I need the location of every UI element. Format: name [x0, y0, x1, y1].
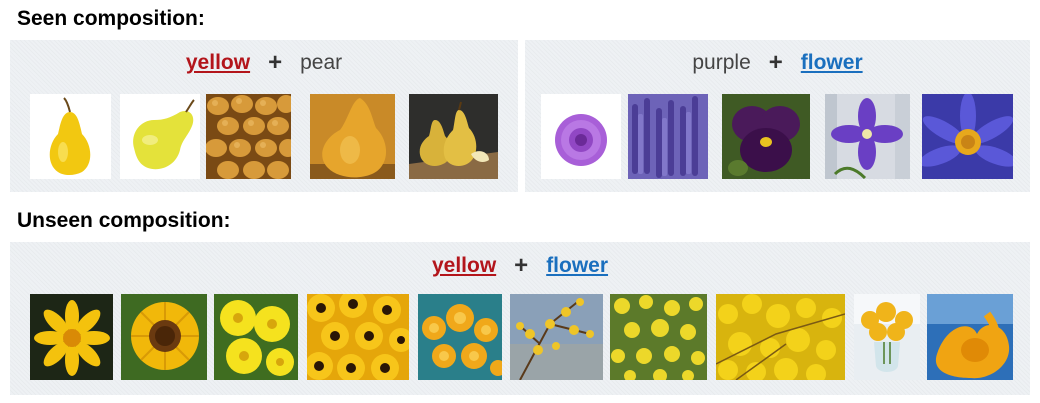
- seen-composition-title: Seen composition:: [17, 7, 205, 30]
- yellow-flower-image: [927, 294, 1013, 380]
- yellow-flower-image: [307, 294, 409, 380]
- pear-image: [409, 94, 498, 179]
- yellow-flower-image: [30, 294, 113, 380]
- plus-sign: +: [768, 49, 783, 77]
- unseen-composition-title: Unseen composition:: [17, 209, 231, 232]
- object-word: flower: [546, 254, 609, 278]
- attribute-word: purple: [692, 51, 751, 75]
- purple-flower-image: [825, 94, 910, 179]
- yellow-flower-image: [510, 294, 603, 380]
- pear-image: [206, 94, 291, 179]
- object-word: flower: [800, 51, 863, 75]
- purple-flower-image: [922, 94, 1013, 179]
- yellow-flower-image: [716, 294, 845, 380]
- purple-flower-image: [722, 94, 810, 179]
- yellow-flower-image: [854, 294, 920, 380]
- yellow-flower-image: [610, 294, 707, 380]
- seen-panel-purple-flower: purple + flower: [525, 40, 1030, 192]
- attribute-word: yellow: [431, 254, 497, 278]
- phrase-purple-flower: purple + flower: [525, 50, 1030, 76]
- yellow-flower-image: [418, 294, 502, 380]
- unseen-panel-yellow-flower: yellow + flower: [10, 242, 1030, 395]
- seen-panel-yellow-pear: yellow + pear: [10, 40, 518, 192]
- phrase-yellow-pear: yellow + pear: [10, 50, 518, 76]
- pear-image: [310, 94, 395, 179]
- phrase-yellow-flower: yellow + flower: [10, 253, 1030, 279]
- object-word: pear: [300, 51, 343, 75]
- attribute-word: yellow: [185, 51, 251, 75]
- purple-flower-image: [541, 94, 621, 179]
- purple-flower-image: [628, 94, 708, 179]
- pear-image: [30, 94, 111, 179]
- pear-image: [120, 94, 200, 179]
- plus-sign: +: [268, 49, 283, 77]
- yellow-flower-image: [121, 294, 207, 380]
- yellow-flower-image: [214, 294, 298, 380]
- plus-sign: +: [514, 252, 529, 280]
